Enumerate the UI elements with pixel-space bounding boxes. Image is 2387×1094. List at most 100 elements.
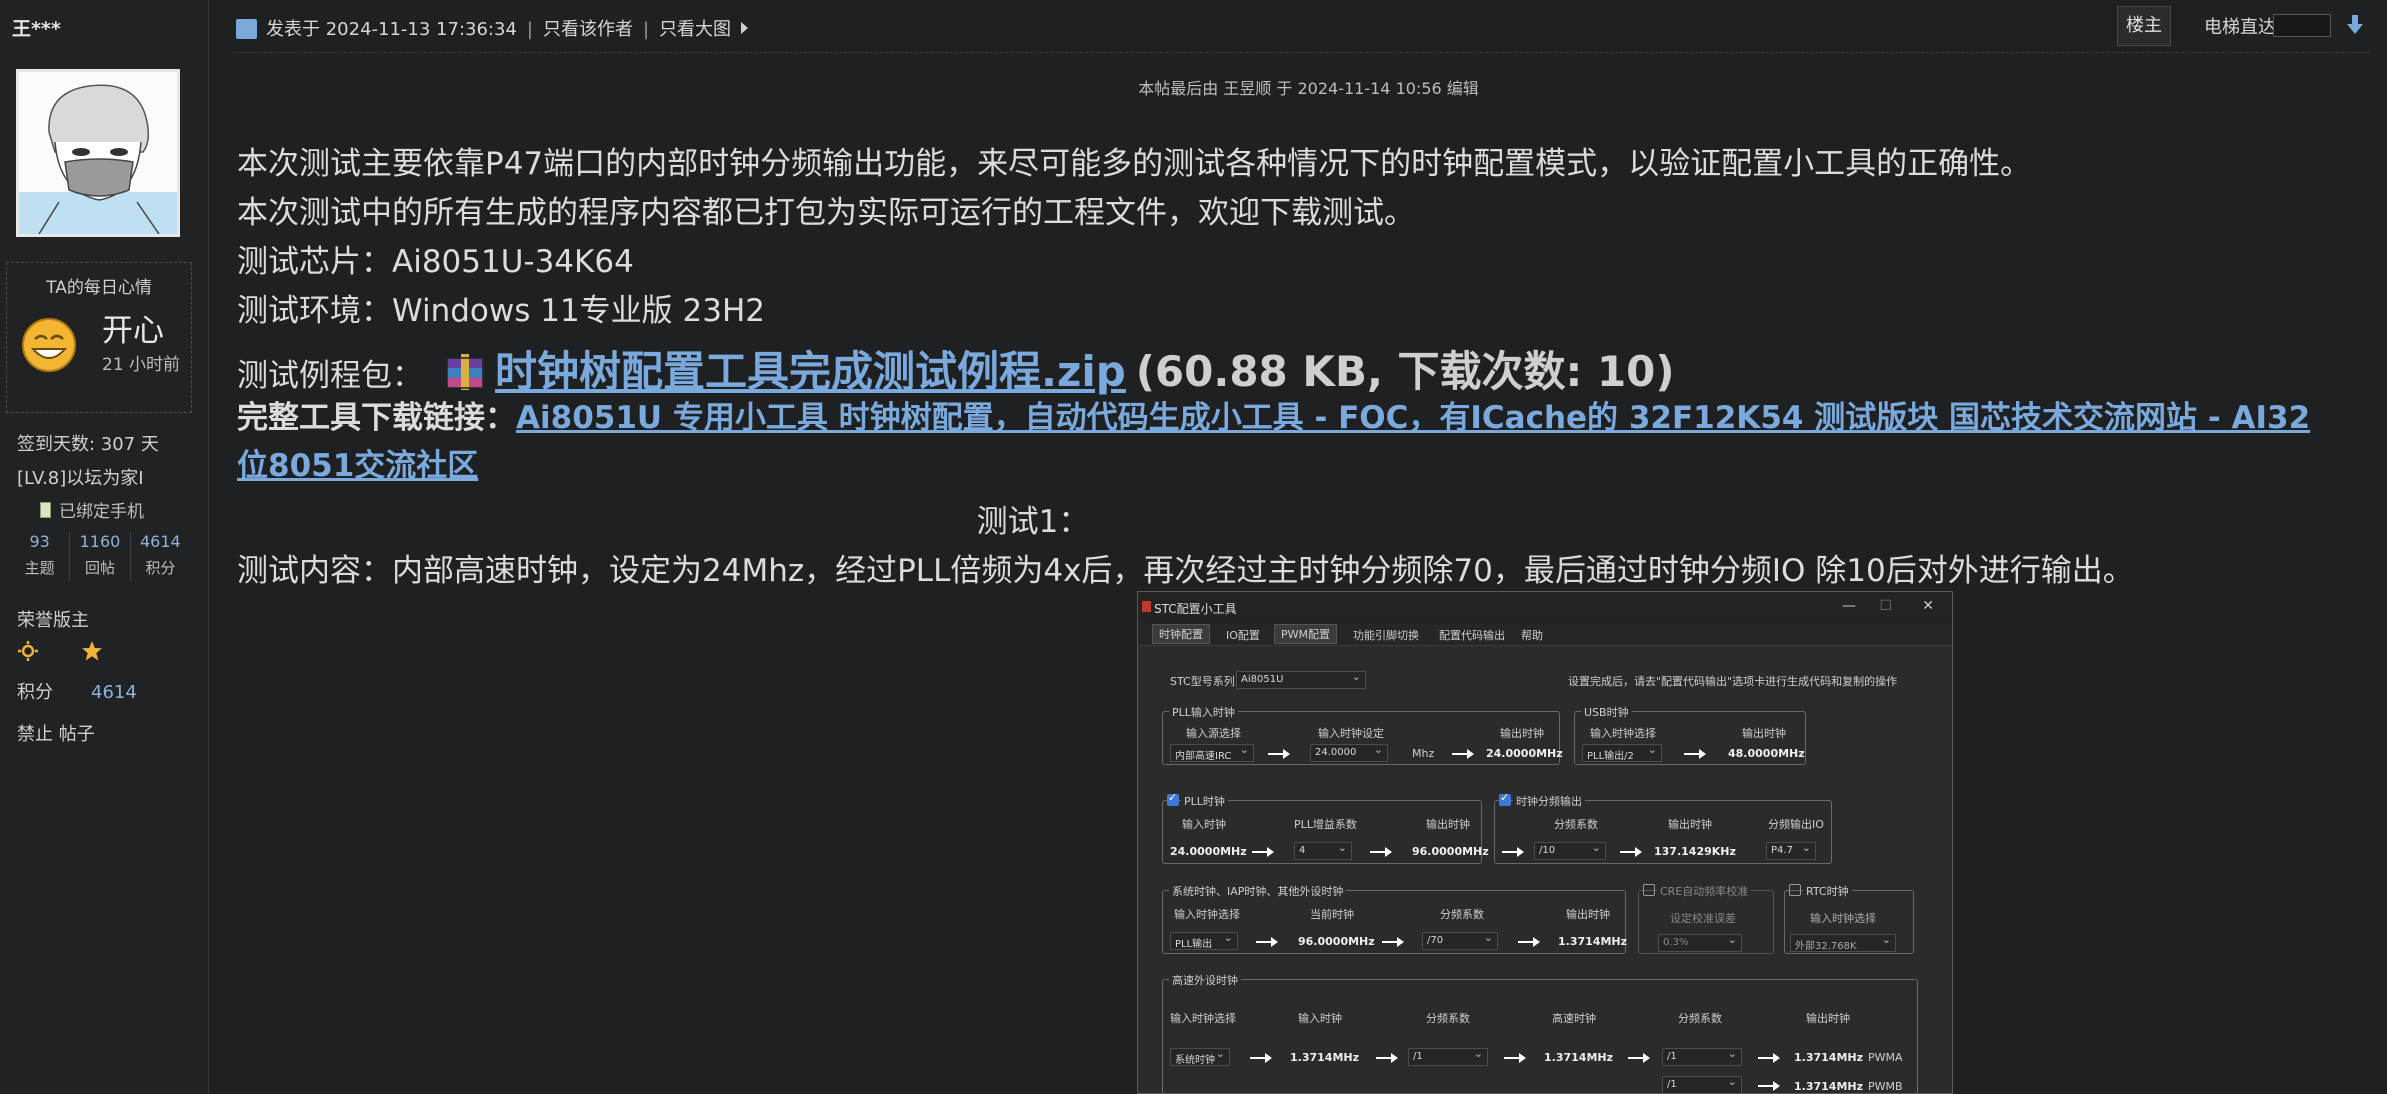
tool-menubar: 时钟配置 IO配置 PWM配置 功能引脚切换 配置代码输出 帮助: [1138, 622, 1952, 646]
minimize-icon: —: [1842, 598, 1856, 614]
arrow-right-icon: [1502, 847, 1524, 857]
stc-tool-screenshot[interactable]: STC配置小工具 — ☐ ✕ 时钟配置 IO配置 PWM配置 功能引脚切换 配置…: [1137, 591, 1953, 1094]
sys-out-value: 1.3714MHz: [1558, 935, 1628, 948]
rtc-src-label: 输入时钟选择: [1810, 912, 1876, 925]
arrow-down-icon[interactable]: [2345, 14, 2365, 36]
hs-div1-label: 分频系数: [1426, 1012, 1470, 1025]
maximize-icon: ☐: [1879, 598, 1892, 614]
test-content: 测试内容：内部高速时钟，设定为24Mhz，经过PLL倍频为4x后，再次经过主时钟…: [237, 553, 2134, 589]
attachment-label: 测试例程包：: [237, 358, 423, 394]
sys-title: 系统时钟、IAP时钟、其他外设时钟: [1169, 883, 1347, 899]
divout-out-label: 输出时钟: [1668, 818, 1712, 831]
posted-time: 发表于 2024-11-13 17:36:34: [266, 19, 517, 40]
jump-label: 电梯直达: [2204, 17, 2276, 38]
stat-replies-num[interactable]: 1160: [70, 532, 129, 551]
jump-input[interactable]: [2273, 14, 2331, 37]
pll-out-label: 输出时钟: [1500, 727, 1544, 740]
cre-err-select: 0.3%: [1658, 933, 1742, 952]
sys-cur-label: 当前时钟: [1310, 908, 1354, 921]
mood-box: TA的每日心情 开心 21 小时前: [6, 262, 192, 413]
edit-note: 本帖最后由 王昱顺 于 2024-11-14 10:56 编辑: [1138, 79, 1479, 98]
divout-div-select: /10: [1534, 841, 1606, 860]
hs-div2-label: 分频系数: [1678, 1012, 1722, 1025]
zip-meta: (60.88 KB, 下载次数: 10): [1135, 347, 1675, 396]
arrow-right-icon: [1684, 749, 1706, 759]
tool-download-link-cont[interactable]: 位8051交流社区: [237, 448, 478, 484]
hs-out-name-a: PWMA: [1868, 1051, 1903, 1064]
stat-threads-num[interactable]: 93: [10, 532, 69, 551]
stat-replies-label: 回帖: [84, 559, 115, 577]
rtc-checkbox: [1789, 884, 1801, 896]
hs-out-label: 输出时钟: [1806, 1012, 1850, 1025]
sys-src-select: PLL输出: [1170, 931, 1238, 950]
tool-tab-code: 配置代码输出: [1439, 629, 1505, 642]
phone-bound: 已绑定手机: [40, 497, 144, 522]
stat-points[interactable]: 4614 积分: [131, 532, 190, 582]
honor-title[interactable]: 荣誉版主: [17, 606, 89, 632]
divout-out-value: 137.1429KHz: [1654, 845, 1736, 858]
happy-face-icon: [19, 315, 79, 375]
sys-div-select: /70: [1422, 931, 1498, 950]
pll-title: PLL时钟: [1181, 793, 1228, 809]
sys-out-label: 输出时钟: [1566, 908, 1610, 921]
caret-right-icon[interactable]: [741, 22, 749, 34]
hs-div1-select: /1: [1408, 1047, 1488, 1066]
pll-input-title: PLL输入时钟: [1169, 704, 1238, 720]
arrow-right-icon: [1758, 1081, 1780, 1091]
tool-download-link[interactable]: Ai8051U 专用小工具 时钟树配置，自动代码生成小工具 - FOC，有ICa…: [516, 400, 2310, 436]
post-line-2: 本次测试中的所有生成的程序内容都已打包为实际可运行的工程文件，欢迎下载测试。: [237, 195, 1415, 231]
divout-title: 时钟分频输出: [1513, 793, 1585, 809]
only-bigimg-link[interactable]: 只看大图: [659, 19, 731, 40]
arrow-right-icon: [1370, 847, 1392, 857]
tool-tab-pwm: PWM配置: [1274, 624, 1338, 644]
user-panel: 王*** TA的每日心情 开心 21 小时前 签到天数: 307 天 [LV.8…: [0, 0, 209, 1094]
winrar-zip-icon: [443, 350, 487, 394]
arrow-right-icon: [1250, 1053, 1272, 1063]
usb-out-label: 输出时钟: [1742, 727, 1786, 740]
divout-div-label: 分频系数: [1554, 818, 1598, 831]
pll-checkbox: [1167, 791, 1179, 806]
pll-src-label: 输入源选择: [1186, 727, 1241, 740]
stat-points-label: 积分: [145, 559, 176, 577]
stat-threads-label: 主题: [24, 559, 55, 577]
tool-tab-io: IO配置: [1226, 629, 1260, 642]
attachment-row: 测试例程包： 时钟树配置工具完成测试例程.zip (60.88 KB, 下载次数:…: [237, 338, 1675, 399]
arrow-right-icon: [1268, 749, 1290, 759]
hs-hs-value: 1.3714MHz: [1544, 1051, 1614, 1064]
username[interactable]: 王***: [12, 14, 61, 41]
arrow-right-icon: [1628, 1053, 1650, 1063]
stat-threads[interactable]: 93 主题: [10, 532, 71, 582]
hs-title: 高速外设时钟: [1169, 972, 1241, 988]
cre-title: CRE自动频率校准: [1657, 883, 1752, 899]
arrow-right-icon: [1452, 749, 1474, 759]
stat-replies[interactable]: 1160 回帖: [70, 532, 131, 582]
user-level[interactable]: [LV.8]以坛为家I: [17, 464, 144, 490]
test-env: 测试环境：Windows 11专业版 23H2: [237, 293, 766, 329]
pll-set-select: 24.0000: [1310, 743, 1388, 762]
post-topbar: 发表于 2024-11-13 17:36:34 | 只看该作者 | 只看大图 楼主 电梯…: [234, 0, 2369, 53]
usb-title: USB时钟: [1581, 704, 1632, 720]
divout-io-label: 分频输出IO: [1768, 818, 1824, 831]
hs-in-value: 1.3714MHz: [1290, 1051, 1360, 1064]
only-author-link[interactable]: 只看该作者: [543, 19, 633, 40]
ban-status: 禁止 帖子: [17, 724, 95, 745]
zip-download-link[interactable]: 时钟树配置工具完成测试例程.zip: [495, 347, 1126, 396]
mood-word: 开心: [102, 313, 164, 349]
tool-title: STC配置小工具: [1154, 602, 1237, 616]
pll-set-label: 输入时钟设定: [1318, 727, 1384, 740]
tool-link-row-2: 位8051交流社区: [237, 440, 478, 485]
phone-bound-label: 已绑定手机: [59, 502, 144, 522]
hs-div3-select: /1: [1662, 1075, 1742, 1093]
floor-button[interactable]: 楼主: [2117, 6, 2171, 46]
pll-in-label: 输入时钟: [1182, 818, 1226, 831]
stat-points-num[interactable]: 4614: [131, 532, 190, 551]
tool-link-label: 完整工具下载链接：: [237, 400, 516, 436]
hs-out-name-b: PWMB: [1868, 1080, 1903, 1093]
mood-time: 21 小时前: [102, 355, 181, 375]
hs-group: 高速外设时钟: [1162, 972, 1918, 1093]
tool-tab-pins: 功能引脚切换: [1353, 629, 1419, 642]
model-label: STC型号系列: [1170, 675, 1235, 688]
score-value[interactable]: 4614: [91, 682, 137, 703]
pll-unit: Mhz: [1412, 747, 1435, 760]
post-meta: 发表于 2024-11-13 17:36:34 | 只看该作者 | 只看大图: [266, 15, 749, 41]
